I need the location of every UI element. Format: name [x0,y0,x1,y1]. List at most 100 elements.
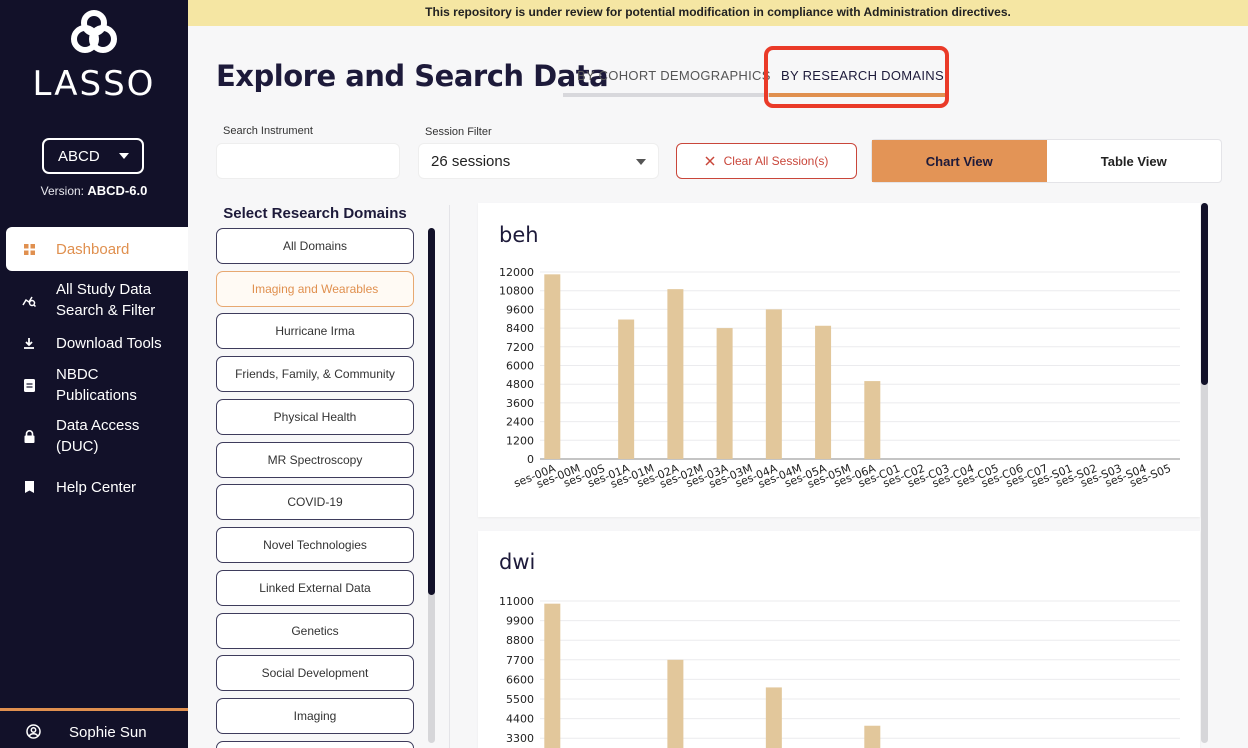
panel-divider [449,205,450,748]
scrollbar-thumb[interactable] [428,228,435,595]
bar-chart-beh: 0 1200 2400 3600 4800 6000 7200 8400 9600 10800 12… [499,266,1180,491]
domain-novel-technologies[interactable]: Novel Technologies [216,527,414,563]
sidebar-item-label: Dashboard [56,240,130,258]
bar-ses-02A[interactable] [667,659,684,748]
tab-cohort-demographics[interactable]: BY COHORT DEMOGRAPHICS [577,68,771,83]
y-tick-label: 8800 [506,634,534,647]
y-tick-label: 7200 [506,341,534,354]
y-tick-label: 6600 [506,673,534,686]
bar-ses-02A[interactable] [667,289,684,459]
y-tick-label: 1200 [506,434,534,447]
sidebar-item-label: Help Center [56,478,137,496]
y-tick-label: 4800 [506,378,534,391]
domain-all-domains[interactable]: All Domains [216,228,414,264]
bar-ses-00A[interactable] [544,603,561,748]
sidebar-item-dashboard[interactable]: Dashboard [6,227,188,271]
version-info: Version: ABCD-6.0 [0,183,188,198]
review-banner: This repository is under review for pote… [188,0,1248,26]
chart-card-dwi: dwi 3300 4400 5500 6600 7700 8800 9900 11000 [478,531,1200,748]
lasso-logo-icon [71,10,117,53]
user-profile[interactable]: Sophie Sun [0,708,188,748]
sidebar-item-download-tools[interactable]: Download Tools [0,331,188,355]
domain-mr-spectroscopy[interactable]: MR Spectroscopy [216,442,414,478]
domain-covid-19[interactable]: COVID-19 [216,484,414,520]
annotation-highlight-box [764,46,949,108]
sidebar-item-label: Download Tools [56,334,162,352]
domain-hurricane-irma[interactable]: Hurricane Irma [216,313,414,349]
scrollbar-thumb[interactable] [1201,203,1208,385]
domain-physical-health[interactable]: Physical Health [216,399,414,435]
y-tick-label: 10800 [499,285,534,298]
domain-friends-family-community[interactable]: Friends, Family, & Community [216,356,414,392]
y-tick-label: 2400 [506,416,534,429]
session-filter-select[interactable]: 26 sessions [418,143,659,179]
sidebar-nav: Dashboard All Study Data Search & Filter… [0,227,188,499]
domains-title: Select Research Domains [223,205,407,222]
bar-ses-01A[interactable] [618,319,635,459]
sidebar-item-search-filter[interactable]: All Study Data Search & Filter [0,279,160,321]
y-tick-label: 5500 [506,693,534,706]
bar-ses-04A[interactable] [765,687,782,748]
y-tick-label: 12000 [499,266,534,279]
domain-social-development[interactable]: Social Development [216,655,414,691]
search-instrument-input[interactable] [216,143,400,179]
y-tick-label: 8400 [506,322,534,335]
y-tick-label: 7700 [506,654,534,667]
user-name: Sophie Sun [69,724,147,741]
bar-ses-05A[interactable] [815,325,832,459]
y-tick-label: 6000 [506,360,534,373]
sidebar-item-label: NBDC Publications [56,366,137,404]
y-tick-label: 9900 [506,615,534,628]
study-select[interactable]: ABCD [42,138,144,174]
book-icon [22,480,36,494]
table-view-button[interactable]: Table View [1047,140,1222,182]
bar-ses-06A[interactable] [864,381,881,459]
sidebar-item-help-center[interactable]: Help Center [0,475,188,499]
chevron-down-icon [119,153,129,159]
domain-imaging-and-wearables[interactable]: Imaging and Wearables [216,271,414,307]
sidebar: LASSO ABCD Version: ABCD-6.0 Dashboard A… [0,0,188,748]
study-select-value: ABCD [58,147,100,165]
bar-ses-00A[interactable] [544,274,561,459]
domain-genetics[interactable]: Genetics [216,613,414,649]
domain-list-scrollbar[interactable] [428,228,435,743]
chart-view-button[interactable]: Chart View [872,140,1047,182]
domain-linked-external-data[interactable]: Linked External Data [216,570,414,606]
bar-ses-03A[interactable] [716,328,733,459]
sidebar-item-publications[interactable]: NBDC Publications [0,364,150,406]
bar-ses-04A[interactable] [765,309,782,459]
bar-chart-dwi: 3300 4400 5500 6600 7700 8800 9900 11000 [499,595,1180,748]
sidebar-item-label: All Study Data Search & Filter [56,281,156,319]
logo-text: LASSO [32,64,156,104]
bar-ses-06A[interactable] [864,725,881,748]
domain-list: All Domains Imaging and Wearables Hurric… [216,228,414,748]
page-title: Explore and Search Data [216,59,609,93]
user-circle-icon [26,724,41,743]
chart-card-beh: beh 0 1200 2400 3600 4800 6000 7200 8400 9600 108… [478,203,1200,517]
version-value: ABCD-6.0 [87,183,148,198]
domain-next-item[interactable] [216,741,414,748]
clear-sessions-button[interactable]: Clear All Session(s) [676,143,857,179]
session-filter-label: Session Filter [425,126,492,138]
download-icon [22,336,36,350]
sidebar-item-data-access[interactable]: Data Access (DUC) [0,415,150,457]
y-tick-label: 4400 [506,713,534,726]
sidebar-item-label: Data Access (DUC) [56,417,140,455]
y-tick-label: 3600 [506,397,534,410]
chevron-down-icon [636,159,646,165]
view-toggle: Chart View Table View [871,139,1222,183]
y-tick-label: 9600 [506,303,534,316]
charts-scrollbar[interactable] [1201,203,1208,743]
lock-icon [22,429,36,443]
grid-icon [22,242,36,256]
document-icon [22,378,36,392]
y-tick-label: 11000 [499,595,534,608]
y-tick-label: 3300 [506,732,534,745]
session-filter-value: 26 sessions [431,152,511,170]
clear-sessions-label: Clear All Session(s) [723,154,829,168]
y-tick-label: 0 [527,453,534,466]
domain-imaging[interactable]: Imaging [216,698,414,734]
chart-search-icon [22,293,36,307]
close-icon [705,156,715,166]
logo: LASSO [0,8,188,104]
